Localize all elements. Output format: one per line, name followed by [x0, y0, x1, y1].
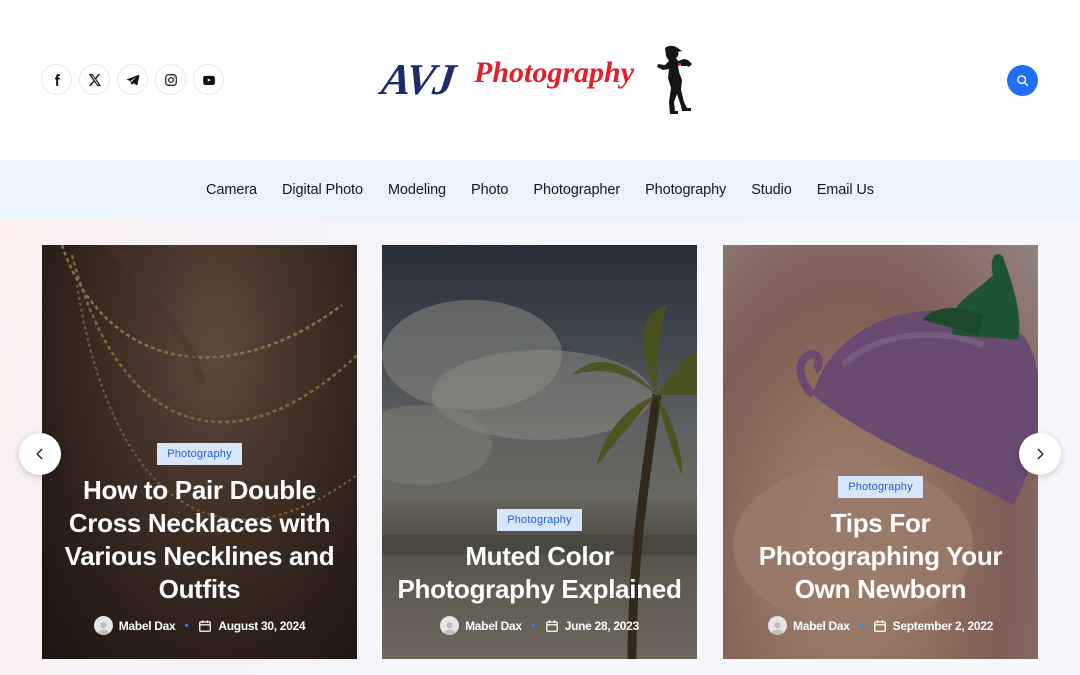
youtube-icon[interactable] [193, 64, 224, 95]
post-card-content: Photography How to Pair Double Cross Nec… [42, 443, 357, 659]
slider-next-button[interactable] [1019, 433, 1061, 475]
post-meta: Mabel Dax August 30, 2024 [56, 616, 343, 635]
post-date[interactable]: September 2, 2022 [893, 619, 994, 633]
avatar [440, 616, 460, 635]
post-meta: Mabel Dax September 2, 2022 [737, 616, 1024, 635]
facebook-icon[interactable] [41, 64, 72, 95]
post-title[interactable]: Muted Color Photography Explained [396, 540, 683, 606]
post-author[interactable]: Mabel Dax [465, 619, 522, 633]
calendar-icon [198, 619, 212, 633]
logo-avj-text: AVJ [378, 55, 457, 104]
search-button[interactable] [1007, 65, 1038, 96]
nav-item-photography[interactable]: Photography [645, 182, 726, 198]
search-icon [1017, 75, 1029, 87]
post-meta: Mabel Dax June 28, 2023 [396, 616, 683, 635]
post-card[interactable]: Photography How to Pair Double Cross Nec… [42, 245, 357, 659]
social-links [41, 64, 224, 95]
chevron-left-icon [36, 448, 43, 460]
post-card[interactable]: Photography Tips For Photographing Your … [723, 245, 1038, 659]
x-twitter-icon[interactable] [79, 64, 110, 95]
post-card-content: Photography Tips For Photographing Your … [723, 476, 1038, 659]
nav-item-photographer[interactable]: Photographer [533, 182, 620, 198]
nav-item-studio[interactable]: Studio [751, 182, 792, 198]
instagram-icon[interactable] [155, 64, 186, 95]
post-author[interactable]: Mabel Dax [119, 619, 176, 633]
post-card[interactable]: Photography Muted Color Photography Expl… [382, 245, 697, 659]
nav-item-email-us[interactable]: Email Us [817, 182, 874, 198]
calendar-icon [873, 619, 887, 633]
category-badge[interactable]: Photography [157, 443, 242, 465]
post-date[interactable]: August 30, 2024 [218, 619, 305, 633]
post-author[interactable]: Mabel Dax [793, 619, 850, 633]
slider-prev-button[interactable] [19, 433, 61, 475]
logo-photography-text: Photography [474, 56, 635, 89]
main-nav: Camera Digital Photo Modeling Photo Phot… [0, 160, 1080, 220]
avatar [93, 616, 113, 635]
telegram-icon[interactable] [117, 64, 148, 95]
avatar [768, 616, 788, 635]
nav-item-digital-photo[interactable]: Digital Photo [282, 182, 363, 198]
post-card-content: Photography Muted Color Photography Expl… [382, 509, 697, 659]
post-title[interactable]: How to Pair Double Cross Necklaces with … [56, 474, 343, 606]
nav-item-camera[interactable]: Camera [206, 182, 257, 198]
nav-item-modeling[interactable]: Modeling [388, 182, 446, 198]
category-badge[interactable]: Photography [497, 509, 582, 531]
nav-item-photo[interactable]: Photo [471, 182, 509, 198]
post-date[interactable]: June 28, 2023 [565, 619, 639, 633]
photographer-silhouette-icon [657, 45, 692, 115]
chevron-right-icon [1037, 448, 1044, 460]
calendar-icon [545, 619, 559, 633]
category-badge[interactable]: Photography [838, 476, 923, 498]
site-logo[interactable]: AVJ Photography [379, 42, 698, 122]
post-title[interactable]: Tips For Photographing Your Own Newborn [737, 507, 1024, 606]
site-header: AVJ Photography [0, 0, 1080, 160]
